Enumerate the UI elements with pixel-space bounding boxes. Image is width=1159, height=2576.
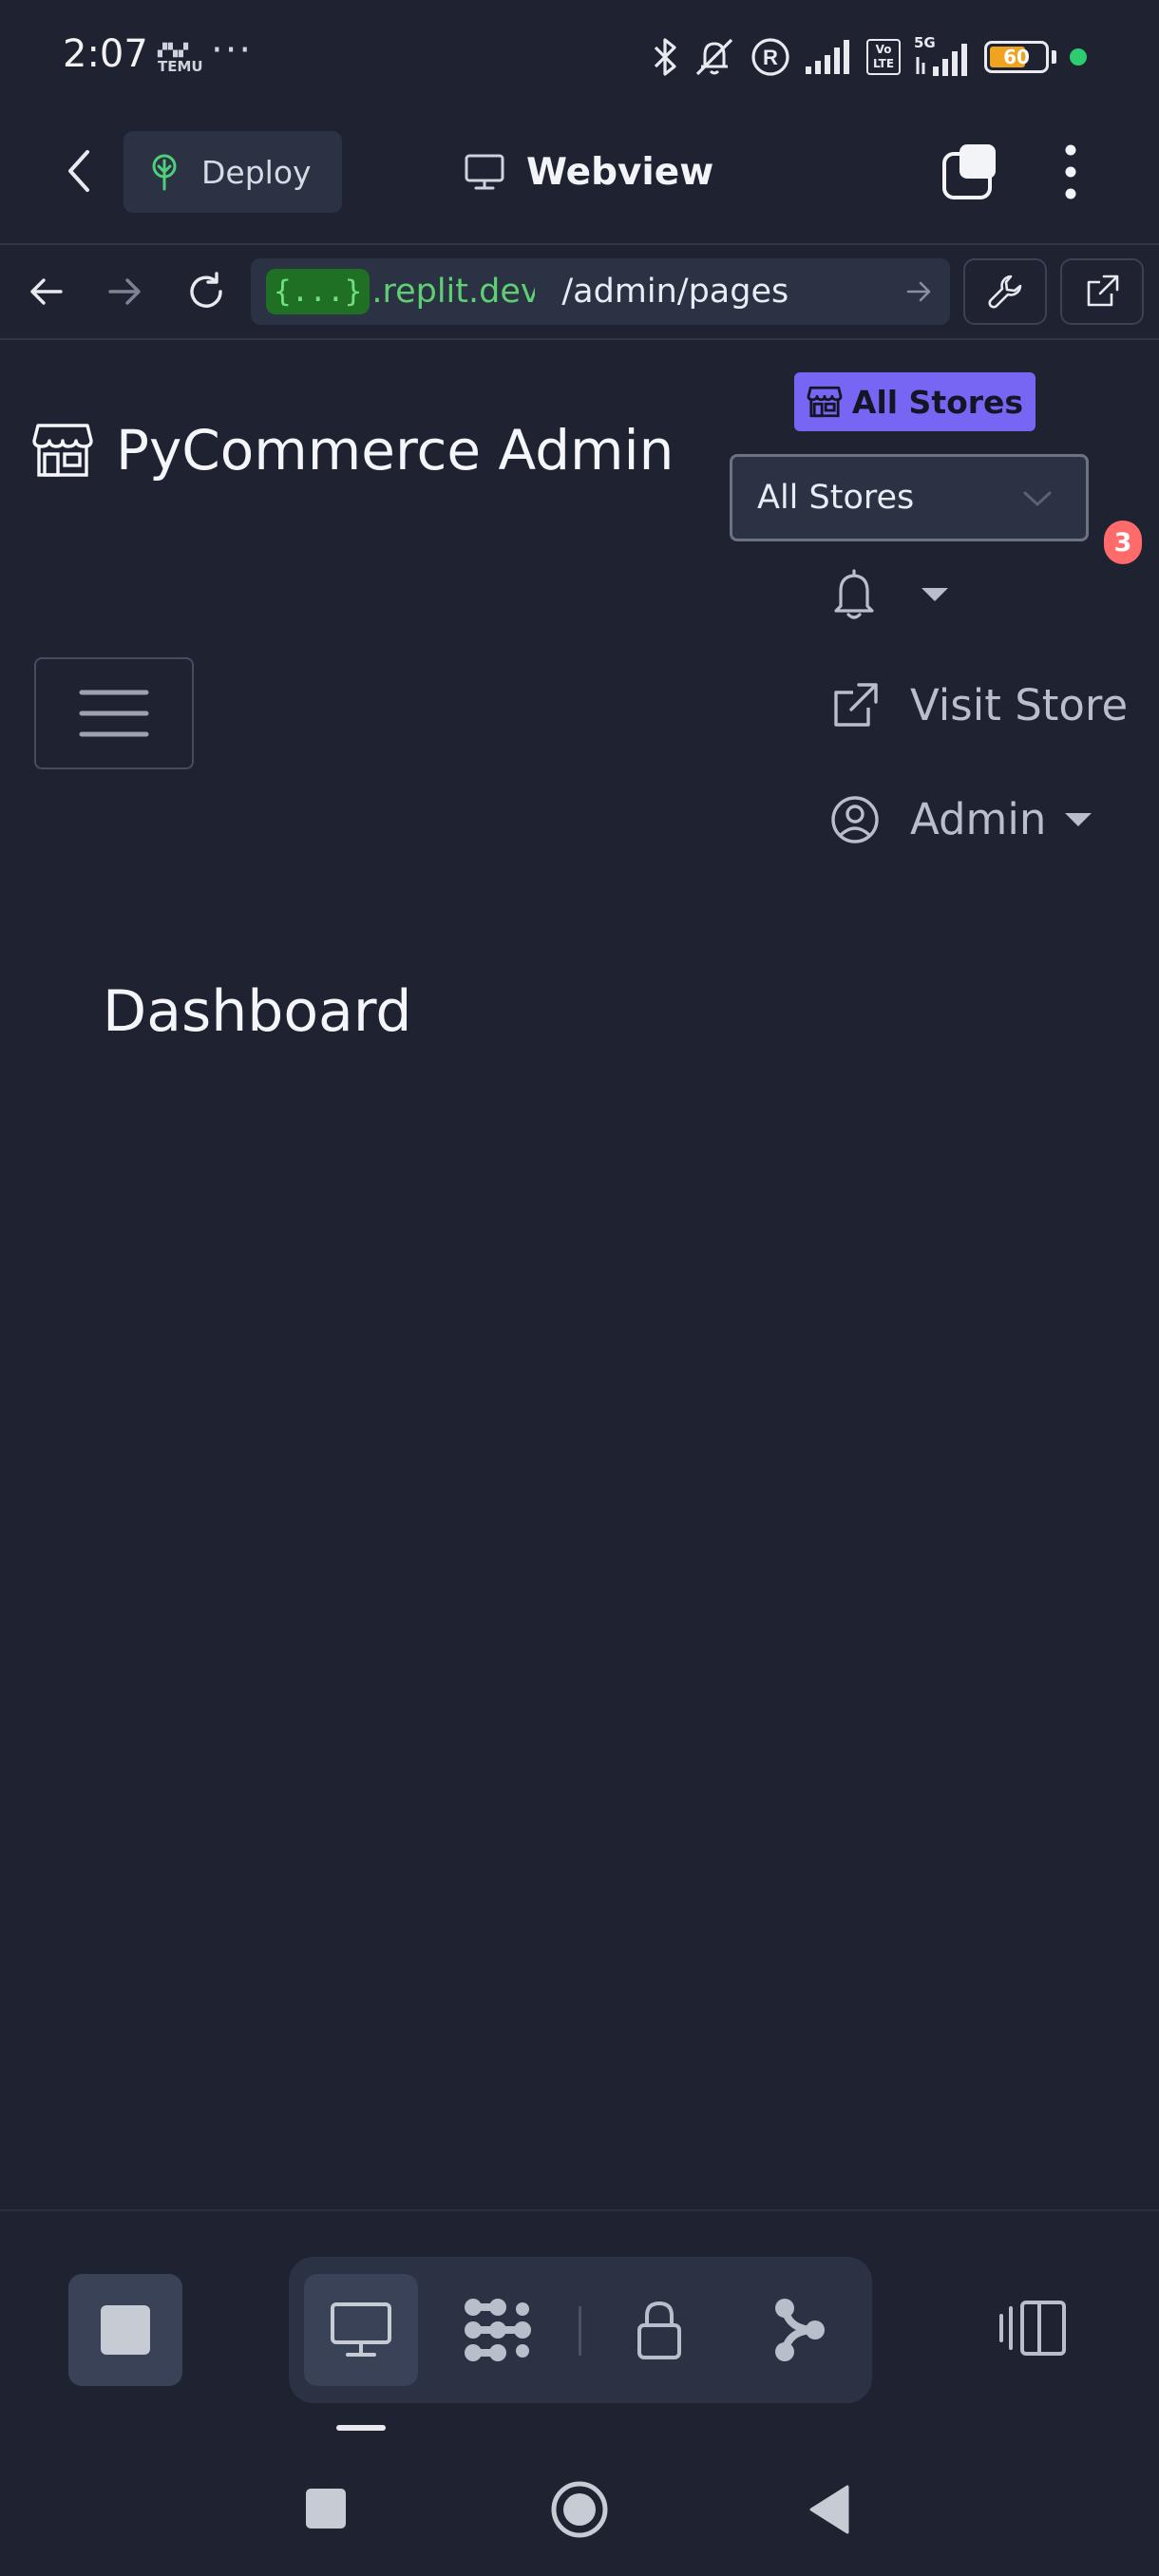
bell-icon (834, 569, 874, 619)
url-host: .replit.dev (371, 273, 536, 311)
devtools-button[interactable] (963, 258, 1047, 325)
lock-icon (637, 2301, 681, 2359)
caret-down-icon (1065, 812, 1092, 826)
git-branch-icon (775, 2299, 825, 2361)
registered-icon: R (751, 38, 789, 76)
more-menu-button[interactable] (1056, 142, 1085, 201)
reload-icon (190, 272, 222, 308)
external-link-icon (834, 682, 878, 727)
back-button[interactable] (61, 144, 99, 198)
visit-store-label: Visit Store (910, 680, 1129, 730)
deploy-tree-icon (152, 154, 177, 191)
open-new-tab-button[interactable] (1060, 258, 1144, 325)
split-pane-icon (999, 2301, 1066, 2356)
arrow-right-icon (108, 278, 141, 305)
stop-button[interactable] (68, 2274, 182, 2386)
stop-icon (101, 2305, 150, 2355)
store-badge: All Stores (794, 372, 1036, 431)
storefront-icon (32, 424, 93, 477)
brand-name: PyCommerce Admin (116, 418, 674, 483)
arrow-left-icon (30, 278, 63, 305)
user-menu-label: Admin (910, 794, 1047, 844)
bluetooth-icon (654, 38, 676, 76)
layout-toggle-button[interactable] (998, 2299, 1068, 2358)
kebab-icon (1065, 144, 1076, 199)
webview-tool-button[interactable] (304, 2274, 418, 2386)
svg-text:R: R (763, 46, 778, 69)
privacy-indicator-dot (1070, 48, 1087, 66)
visit-store-link[interactable]: Visit Store (830, 680, 1128, 730)
webview-label: Webview (526, 150, 714, 194)
triangle-back-icon (809, 2485, 849, 2534)
chevron-down-icon (1023, 491, 1052, 507)
browser-back-button[interactable] (27, 272, 66, 312)
more-notifications-icon: ··· (211, 28, 254, 72)
store-select-value: All Stores (757, 479, 915, 517)
sidebar-toggle-button[interactable] (34, 657, 194, 769)
caret-down-icon (922, 588, 948, 601)
arrow-right-icon (906, 281, 931, 302)
tabs-button[interactable] (940, 142, 999, 201)
go-button[interactable] (904, 277, 933, 306)
brand-link[interactable]: PyCommerce Admin (32, 418, 674, 483)
external-link-icon (1087, 275, 1119, 307)
status-icons: R Vo LTE 5G 60 (652, 34, 1087, 80)
store-select[interactable]: All Stores (730, 454, 1089, 541)
webview-tab-title: Webview (464, 142, 713, 201)
workflows-icon (465, 2299, 531, 2361)
user-circle-icon (831, 795, 879, 843)
chevron-left-icon (68, 150, 89, 192)
signal-icon (806, 40, 849, 74)
active-tab-indicator (336, 2425, 386, 2431)
5g-signal-icon: 5G (914, 34, 971, 76)
url-subdomain-chip: {...} (266, 269, 370, 314)
tabs-icon (942, 144, 996, 199)
secrets-tool-button[interactable] (612, 2274, 707, 2386)
home-button[interactable] (549, 2479, 610, 2540)
store-badge-label: All Stores (851, 383, 1024, 421)
storefront-icon (807, 386, 843, 418)
volte-icon: Vo LTE (866, 39, 901, 75)
notification-count-badge: 3 (1104, 521, 1142, 564)
deploy-label: Deploy (201, 153, 312, 191)
toolbar-separator (579, 2306, 581, 2356)
battery-icon: 60 (984, 41, 1049, 73)
temu-notification-icon: ▞▚▞ TEMU (158, 44, 203, 75)
toolbar-divider (0, 243, 1159, 245)
recents-button[interactable] (306, 2489, 346, 2529)
browser-forward-button[interactable] (104, 272, 144, 312)
system-back-button[interactable] (808, 2483, 851, 2536)
hamburger-icon (79, 690, 149, 737)
reload-button[interactable] (184, 270, 228, 313)
user-menu[interactable]: Admin (830, 794, 1092, 844)
mute-bell-icon (695, 38, 733, 76)
notifications-dropdown[interactable] (832, 568, 948, 621)
git-tool-button[interactable] (750, 2274, 846, 2386)
wrench-icon (988, 275, 1022, 309)
home-circle-icon (551, 2481, 608, 2538)
monitor-icon (331, 2302, 391, 2357)
status-time: 2:07 (63, 32, 148, 76)
deploy-button[interactable]: Deploy (124, 131, 342, 213)
workflows-tool-button[interactable] (450, 2274, 545, 2386)
urlbar-divider (0, 338, 1159, 340)
page-title: Dashboard (103, 978, 412, 1045)
url-path: /admin/pages (561, 273, 789, 311)
url-field[interactable]: {...} .replit.dev /admin/pages (251, 258, 950, 325)
webview-bottom-border (0, 2209, 1159, 2211)
monitor-icon (465, 154, 504, 190)
